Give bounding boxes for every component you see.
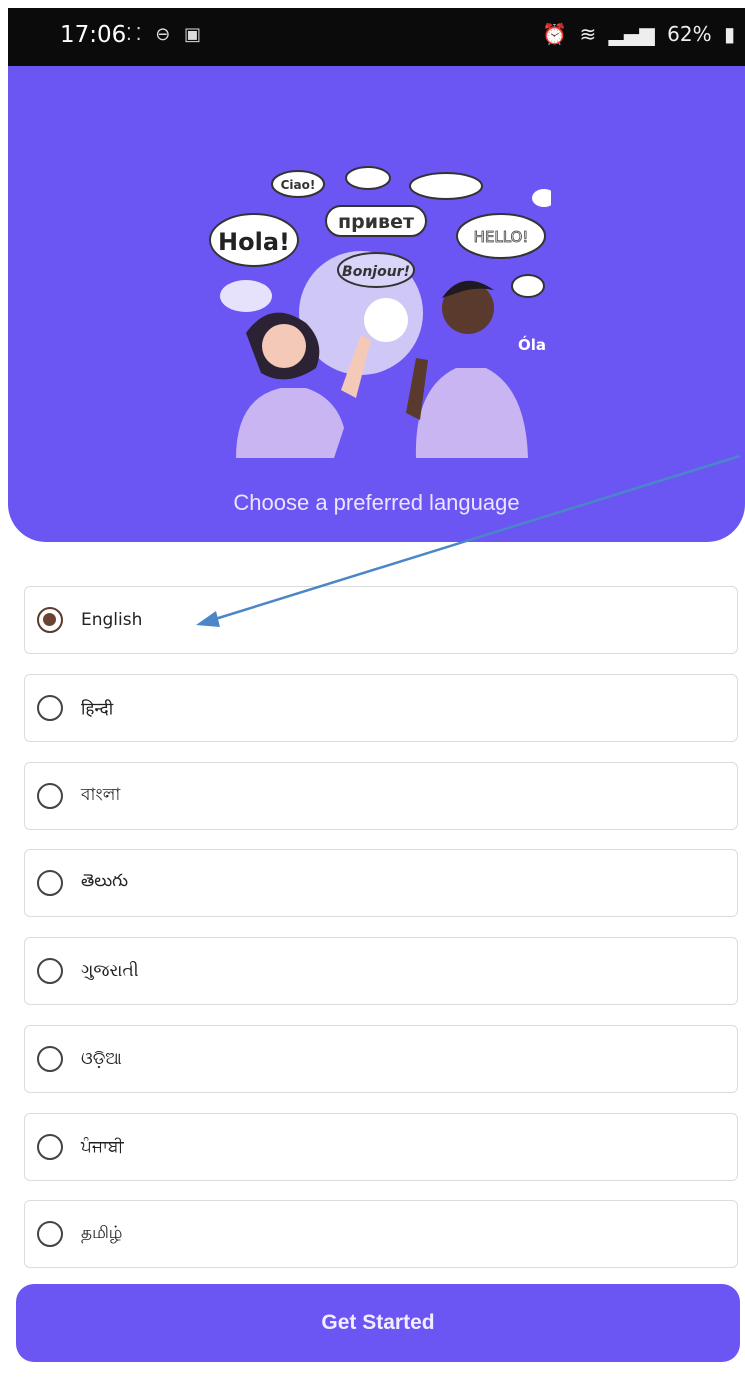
radio-button[interactable] xyxy=(37,1046,63,1072)
language-label: English xyxy=(81,610,143,630)
battery-level: 62% xyxy=(667,22,712,46)
language-label: తెలుగు xyxy=(81,871,128,891)
do-not-disturb-icon: ⊖ xyxy=(155,24,175,45)
notification-icons: ⁚⁚ ⊖ ▣ xyxy=(126,24,205,45)
radio-button[interactable] xyxy=(37,958,63,984)
language-label: हिन्दी xyxy=(81,699,114,720)
grid-dots-icon: ⁚⁚ xyxy=(126,24,146,45)
language-option-hindi[interactable]: हिन्दी xyxy=(24,674,738,742)
status-bar: 17:06 ⁚⁚ ⊖ ▣ ⏰ ≋ ▂▄▆ 62% ▮ xyxy=(8,8,745,66)
bubble-ola: Óla xyxy=(518,335,546,354)
language-label: বাংলা xyxy=(81,785,121,805)
radio-button[interactable] xyxy=(37,783,63,809)
language-label: ਪੰਜਾਬੀ xyxy=(81,1137,124,1157)
radio-button[interactable] xyxy=(37,1221,63,1247)
system-icons: ⏰ ≋ ▂▄▆ 62% ▮ xyxy=(536,22,735,46)
bubble-hola: Hola! xyxy=(218,228,290,256)
bubble-ciao: Ciao! xyxy=(281,178,316,192)
language-label: தமிழ் xyxy=(81,1223,123,1243)
battery-icon: ▮ xyxy=(723,22,735,46)
message-icon: ▣ xyxy=(184,24,206,45)
get-started-button[interactable]: Get Started xyxy=(16,1284,740,1362)
bubble-hello: HELLO! xyxy=(474,228,529,246)
language-label: ଓଡ଼ିଆ xyxy=(81,1049,122,1069)
wifi-icon: ≋ xyxy=(579,22,597,46)
volte-signal-icon: ▂▄▆ xyxy=(608,22,655,46)
bubble-bonjour: Bonjour! xyxy=(342,264,410,280)
language-option-bangla[interactable]: বাংলা xyxy=(24,762,738,830)
radio-button[interactable] xyxy=(37,870,63,896)
language-option-punjabi[interactable]: ਪੰਜਾਬੀ xyxy=(24,1113,738,1181)
hero-banner: Ciao! привет Hola! HELLO! Bonjour! Óla C… xyxy=(8,66,745,542)
language-option-english[interactable]: English xyxy=(24,586,738,654)
language-option-tamil[interactable]: தமிழ் xyxy=(24,1200,738,1268)
page-title: Choose a preferred language xyxy=(233,490,520,515)
language-option-odia[interactable]: ଓଡ଼ିଆ xyxy=(24,1025,738,1093)
people-chatting-illustration: Ciao! привет Hola! HELLO! Bonjour! Óla xyxy=(209,166,551,458)
alarm-icon: ⏰ xyxy=(542,22,568,46)
radio-button[interactable] xyxy=(37,695,63,721)
language-option-telugu[interactable]: తెలుగు xyxy=(24,849,738,917)
radio-button-selected[interactable] xyxy=(37,607,63,633)
language-option-gujarati[interactable]: ગુજરાતી xyxy=(24,937,738,1005)
radio-button[interactable] xyxy=(37,1134,63,1160)
status-time: 17:06 xyxy=(60,22,127,48)
language-label: ગુજરાતી xyxy=(81,961,139,981)
bubble-privet: привет xyxy=(338,211,414,233)
